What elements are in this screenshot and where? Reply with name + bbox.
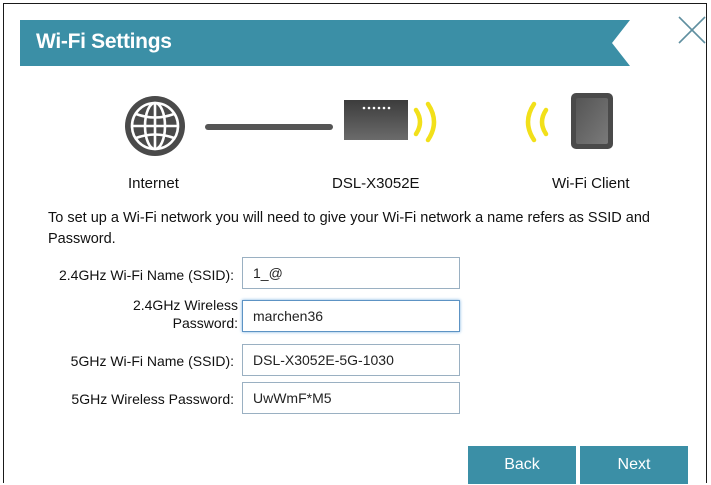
- close-icon[interactable]: [676, 14, 708, 46]
- pwd-5-input[interactable]: UwWmF*M5: [242, 382, 460, 414]
- ssid-24-label: 2.4GHz Wi-Fi Name (SSID):: [58, 267, 234, 283]
- connection-line: [205, 124, 333, 130]
- internet-label: Internet: [128, 175, 179, 192]
- pwd-5-label: 5GHz Wireless Password:: [71, 391, 234, 407]
- router-icon: [344, 100, 408, 140]
- tablet-icon: [570, 92, 614, 150]
- wifi-signal-icon: [520, 100, 550, 144]
- ssid-5-input[interactable]: DSL-X3052E-5G-1030: [242, 344, 460, 376]
- pwd-24-input[interactable]: marchen36: [242, 300, 460, 332]
- wifi-signal-icon: [412, 100, 442, 144]
- back-button[interactable]: Back: [468, 446, 576, 484]
- router-label: DSL-X3052E: [332, 175, 420, 192]
- client-label: Wi-Fi Client: [552, 175, 630, 192]
- intro-text: To set up a Wi-Fi network you will need …: [48, 210, 650, 247]
- globe-icon: [123, 94, 187, 158]
- page-title: Wi-Fi Settings: [36, 30, 172, 53]
- next-button[interactable]: Next: [580, 446, 688, 484]
- header-banner: Wi-Fi Settings: [20, 20, 630, 66]
- pwd-24-label: 2.4GHz Wireless Password:: [48, 296, 238, 332]
- pwd-24-label-line1: 2.4GHz Wireless: [132, 297, 238, 313]
- ssid-24-input[interactable]: 1_@: [242, 257, 460, 289]
- pwd-24-label-line2: Password:: [172, 315, 238, 331]
- ssid-5-label: 5GHz Wi-Fi Name (SSID):: [70, 353, 234, 369]
